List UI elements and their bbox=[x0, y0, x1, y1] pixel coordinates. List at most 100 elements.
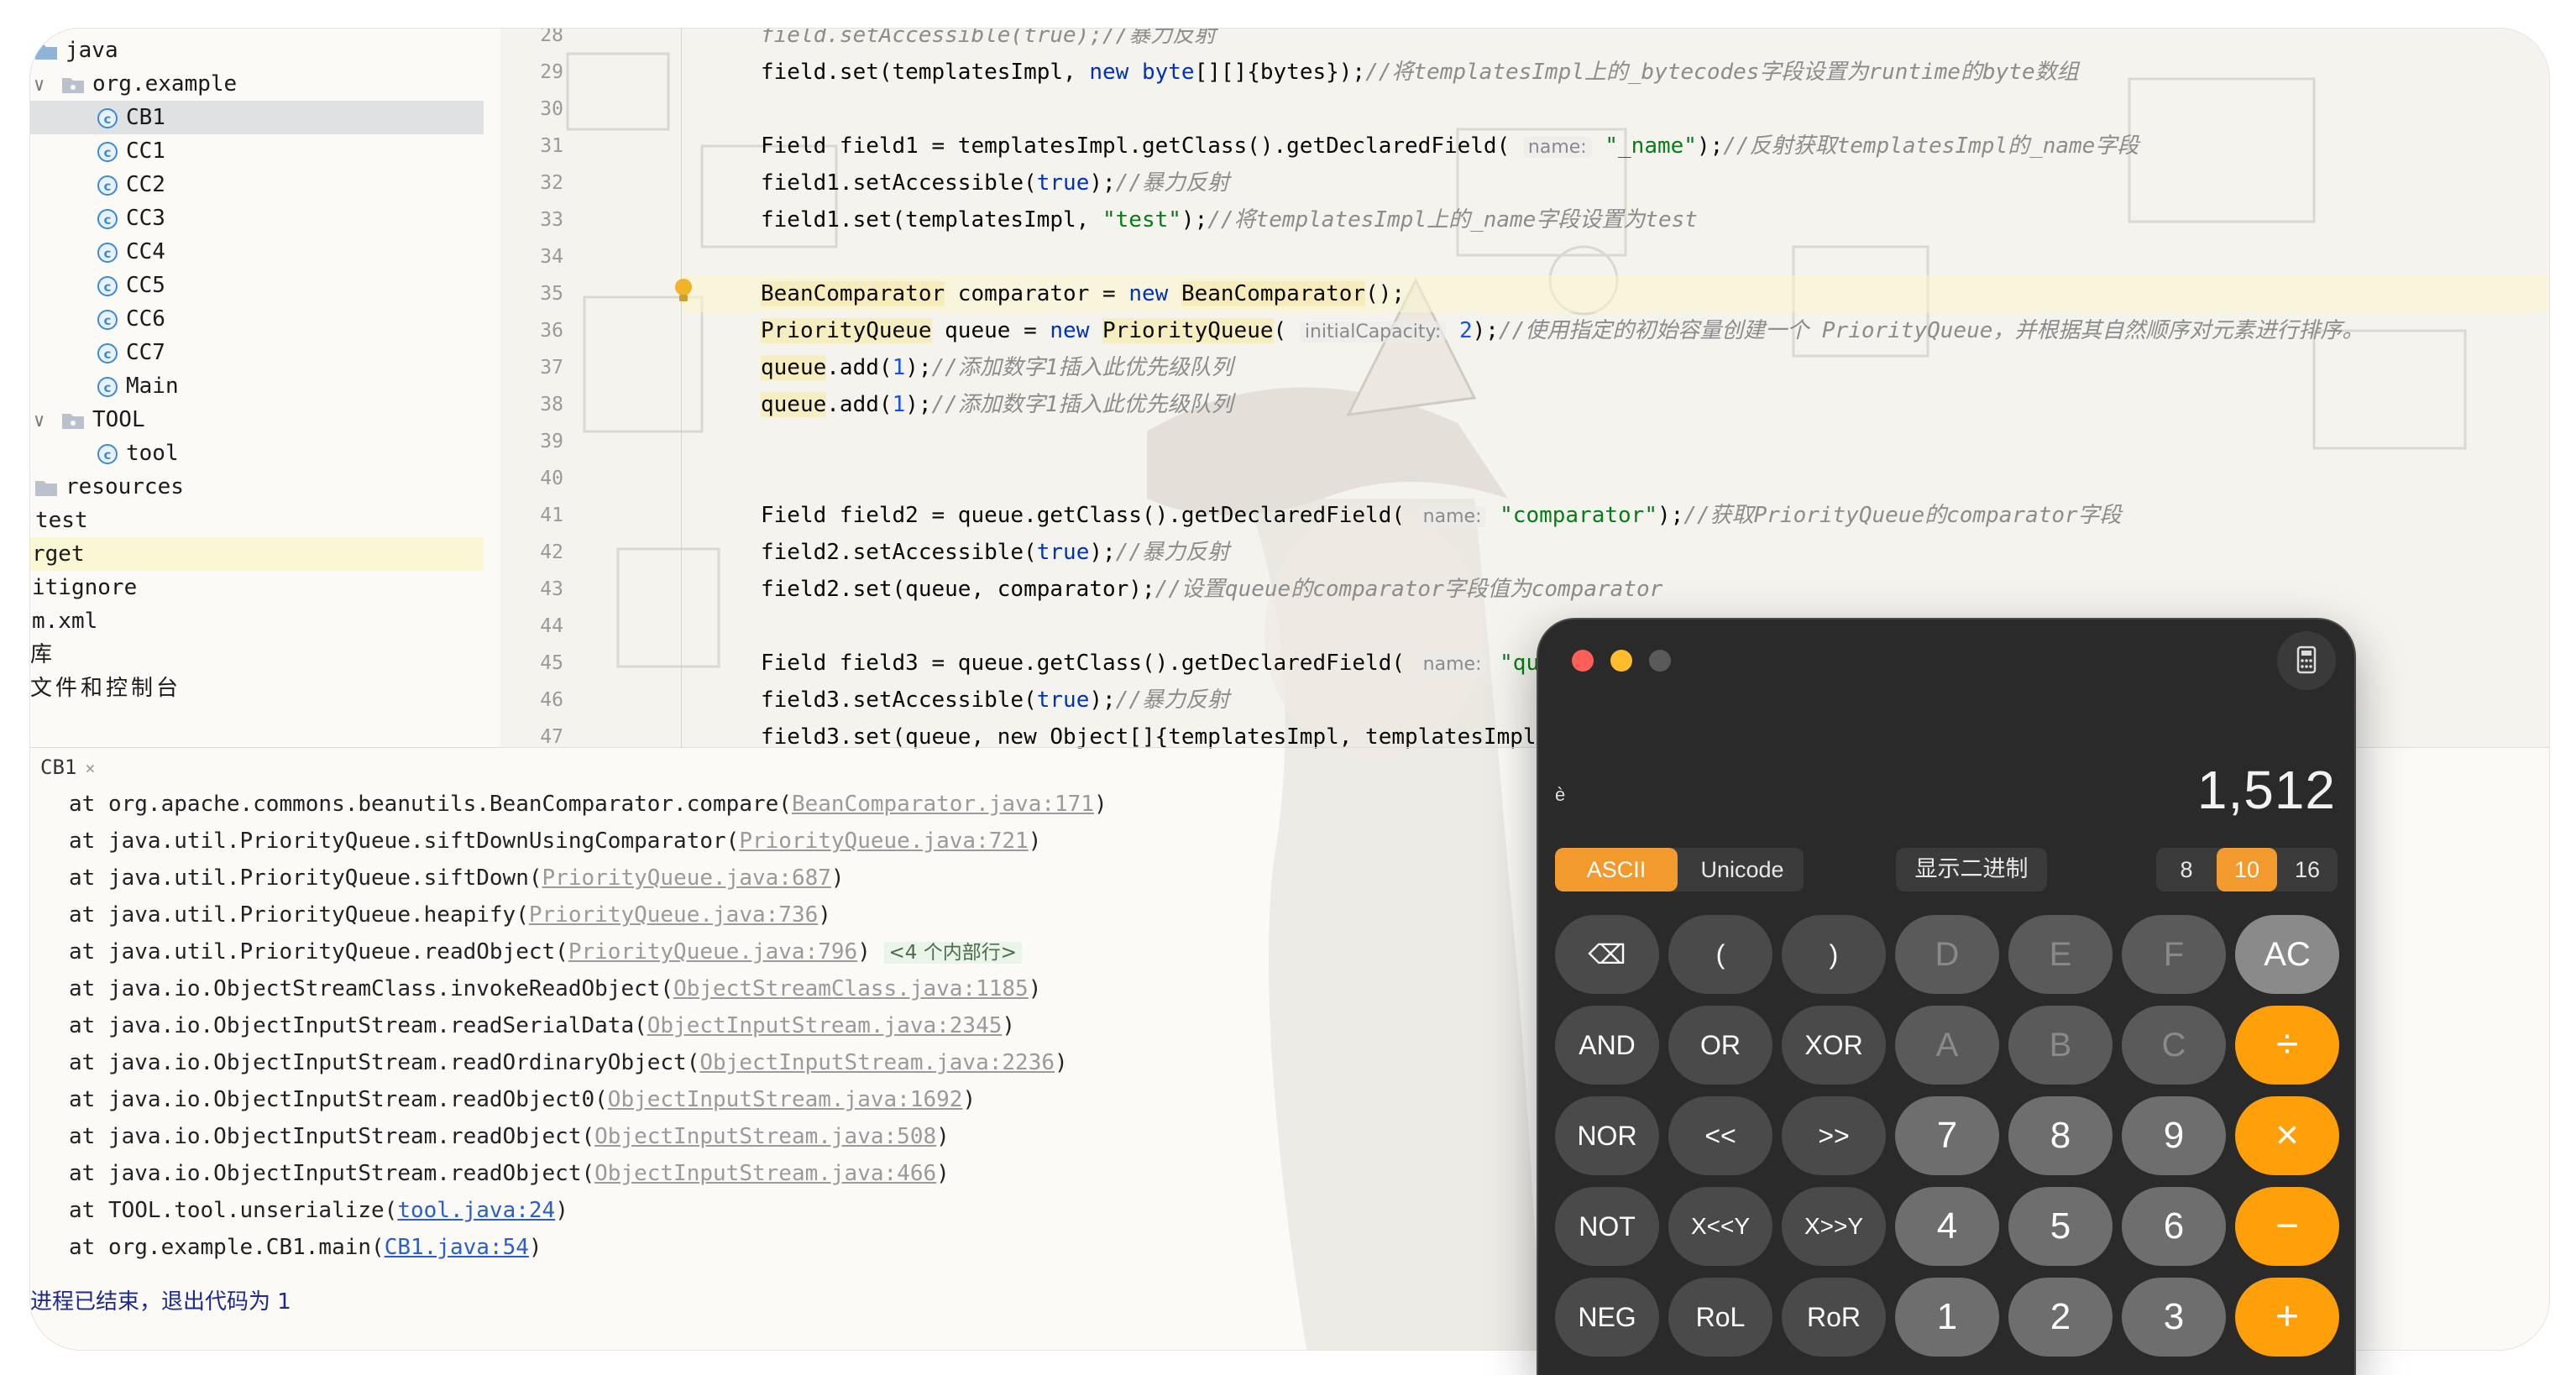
key-xor[interactable]: XOR bbox=[1782, 1006, 1886, 1085]
code-line: BeanComparator comparator = new BeanComp… bbox=[761, 281, 1406, 306]
close-window-button[interactable] bbox=[1572, 650, 1594, 672]
key-7[interactable]: 7 bbox=[1895, 1096, 1999, 1175]
base-16[interactable]: 16 bbox=[2277, 848, 2338, 891]
key-2[interactable]: 2 bbox=[2008, 1278, 2113, 1357]
key-rotate-left[interactable]: RoL bbox=[1668, 1278, 1772, 1357]
mode-ascii[interactable]: ASCII bbox=[1555, 848, 1678, 891]
source-link[interactable]: PriorityQueue.java:721 bbox=[739, 829, 1028, 854]
source-link[interactable]: CB1.java:54 bbox=[385, 1235, 529, 1260]
key-shift-right[interactable]: >> bbox=[1782, 1096, 1886, 1175]
close-icon[interactable]: × bbox=[85, 758, 95, 778]
parameter-hint: initialCapacity: bbox=[1299, 322, 1447, 342]
code-line: field1.set(templatesImpl, "test");//将tem… bbox=[761, 207, 1698, 233]
tree-item-resources[interactable]: resources bbox=[34, 470, 184, 504]
key-close-paren[interactable]: ) bbox=[1782, 915, 1886, 994]
key-nor[interactable]: NOR bbox=[1555, 1096, 1659, 1175]
class-icon: c bbox=[97, 275, 118, 296]
source-link[interactable]: ObjectInputStream.java:2345 bbox=[647, 1013, 1003, 1038]
key-6[interactable]: 6 bbox=[2122, 1187, 2226, 1266]
encoding-mode-control: ASCII Unicode bbox=[1555, 848, 1804, 891]
key-4[interactable]: 4 bbox=[1895, 1187, 1999, 1266]
source-link[interactable]: ObjectInputStream.java:466 bbox=[594, 1161, 936, 1186]
key-and[interactable]: AND bbox=[1555, 1006, 1659, 1085]
key-e[interactable]: E bbox=[2008, 915, 2113, 994]
key-b[interactable]: B bbox=[2008, 1006, 2113, 1085]
key-f[interactable]: F bbox=[2122, 915, 2226, 994]
tree-item-cc7[interactable]: c CC7 bbox=[97, 336, 165, 369]
divide-key[interactable]: ÷ bbox=[2235, 1006, 2339, 1085]
source-link[interactable]: ObjectStreamClass.java:1185 bbox=[673, 976, 1029, 1001]
source-link[interactable]: tool.java:24 bbox=[397, 1198, 555, 1223]
tree-item-scratches[interactable]: 文件和控制台 bbox=[30, 672, 181, 705]
tree-item-cc6[interactable]: c CC6 bbox=[97, 302, 165, 336]
chevron-down-icon[interactable]: ∨ bbox=[34, 405, 60, 438]
key-x-shift-left-y[interactable]: X<<Y bbox=[1668, 1187, 1772, 1266]
key-5[interactable]: 5 bbox=[2008, 1187, 2113, 1266]
key-a[interactable]: A bbox=[1895, 1006, 1999, 1085]
source-link[interactable]: ObjectInputStream.java:1692 bbox=[608, 1087, 963, 1112]
tree-item-tool-package[interactable]: ∨ TOOL bbox=[34, 403, 145, 437]
key-d[interactable]: D bbox=[1895, 915, 1999, 994]
code-line: Field field1 = templatesImpl.getClass().… bbox=[761, 133, 2139, 159]
process-exit-message: 进程已结束，退出代码为 1 bbox=[30, 1289, 291, 1315]
zoom-window-button[interactable] bbox=[1649, 650, 1671, 672]
tree-item-tool[interactable]: c tool bbox=[97, 437, 179, 470]
key-or[interactable]: OR bbox=[1668, 1006, 1772, 1085]
line-number-gutter: 28 29 30 31 32 33 34 35 36 37 38 39 40 4… bbox=[488, 29, 682, 748]
internal-frames-toggle[interactable]: <4 个内部行> bbox=[883, 942, 1023, 964]
tree-item-gitignore[interactable]: itignore bbox=[32, 571, 137, 604]
base-10[interactable]: 10 bbox=[2217, 848, 2277, 891]
tree-item-cc4[interactable]: c CC4 bbox=[97, 235, 165, 269]
key-c[interactable]: C bbox=[2122, 1006, 2226, 1085]
tree-item-cc1[interactable]: c CC1 bbox=[97, 134, 165, 168]
tree-item-cb1[interactable]: c CB1 bbox=[30, 101, 484, 134]
source-link[interactable]: BeanComparator.java:171 bbox=[792, 792, 1094, 817]
minimize-window-button[interactable] bbox=[1610, 650, 1632, 672]
tree-item-cc2[interactable]: c CC2 bbox=[97, 168, 165, 201]
source-link[interactable]: PriorityQueue.java:796 bbox=[568, 939, 857, 965]
source-link[interactable]: ObjectInputStream.java:2236 bbox=[699, 1050, 1055, 1075]
tree-item-pom-xml[interactable]: m.xml bbox=[32, 604, 97, 638]
all-clear-key[interactable]: AC bbox=[2235, 915, 2339, 994]
package-icon bbox=[62, 77, 84, 93]
stack-trace-line: at java.io.ObjectInputStream.readObject(… bbox=[69, 1124, 950, 1149]
tree-item-org-example[interactable]: ∨ org.example bbox=[34, 67, 237, 101]
key-3[interactable]: 3 bbox=[2122, 1278, 2226, 1357]
tree-item-java[interactable]: java bbox=[34, 34, 118, 67]
line-number: 38 bbox=[540, 394, 563, 416]
source-link[interactable]: PriorityQueue.java:736 bbox=[529, 902, 818, 928]
tree-item-libraries[interactable]: 库 bbox=[30, 638, 52, 672]
tree-item-cc5[interactable]: c CC5 bbox=[97, 269, 165, 302]
tree-item-main[interactable]: c Main bbox=[97, 369, 179, 403]
code-line: field.set(templatesImpl, new byte[][]{by… bbox=[761, 60, 2079, 85]
backspace-key[interactable]: ⌫ bbox=[1555, 915, 1659, 994]
tree-item-target[interactable]: rget bbox=[30, 537, 484, 571]
add-key[interactable]: + bbox=[2235, 1278, 2339, 1357]
tree-item-cc3[interactable]: c CC3 bbox=[97, 201, 165, 235]
key-shift-left[interactable]: << bbox=[1668, 1096, 1772, 1175]
show-binary-button[interactable]: 显示二进制 bbox=[1896, 848, 2047, 891]
base-8[interactable]: 8 bbox=[2156, 848, 2217, 891]
tab-cb1[interactable]: CB1 × bbox=[37, 755, 98, 780]
key-9[interactable]: 9 bbox=[2122, 1096, 2226, 1175]
key-rotate-right[interactable]: RoR bbox=[1782, 1278, 1886, 1357]
key-x-shift-right-y[interactable]: X>>Y bbox=[1782, 1187, 1886, 1266]
chevron-down-icon[interactable]: ∨ bbox=[34, 69, 60, 102]
mode-unicode[interactable]: Unicode bbox=[1681, 848, 1804, 891]
key-1[interactable]: 1 bbox=[1895, 1278, 1999, 1357]
line-number: 45 bbox=[540, 652, 563, 674]
source-link[interactable]: ObjectInputStream.java:508 bbox=[594, 1124, 936, 1149]
key-open-paren[interactable]: ( bbox=[1668, 915, 1772, 994]
key-8[interactable]: 8 bbox=[2008, 1096, 2113, 1175]
multiply-key[interactable]: × bbox=[2235, 1096, 2339, 1175]
code-line: queue.add(1);//添加数字1插入此优先级队列 bbox=[761, 392, 1233, 417]
line-number: 42 bbox=[540, 541, 563, 563]
tree-item-test[interactable]: test bbox=[35, 504, 88, 537]
class-icon: c bbox=[97, 175, 118, 196]
source-link[interactable]: PriorityQueue.java:687 bbox=[542, 865, 831, 891]
calculator-mode-button[interactable] bbox=[2277, 631, 2336, 690]
key-neg[interactable]: NEG bbox=[1555, 1278, 1659, 1357]
key-not[interactable]: NOT bbox=[1555, 1187, 1659, 1266]
subtract-key[interactable]: − bbox=[2235, 1187, 2339, 1266]
lightbulb-icon[interactable] bbox=[671, 276, 696, 306]
